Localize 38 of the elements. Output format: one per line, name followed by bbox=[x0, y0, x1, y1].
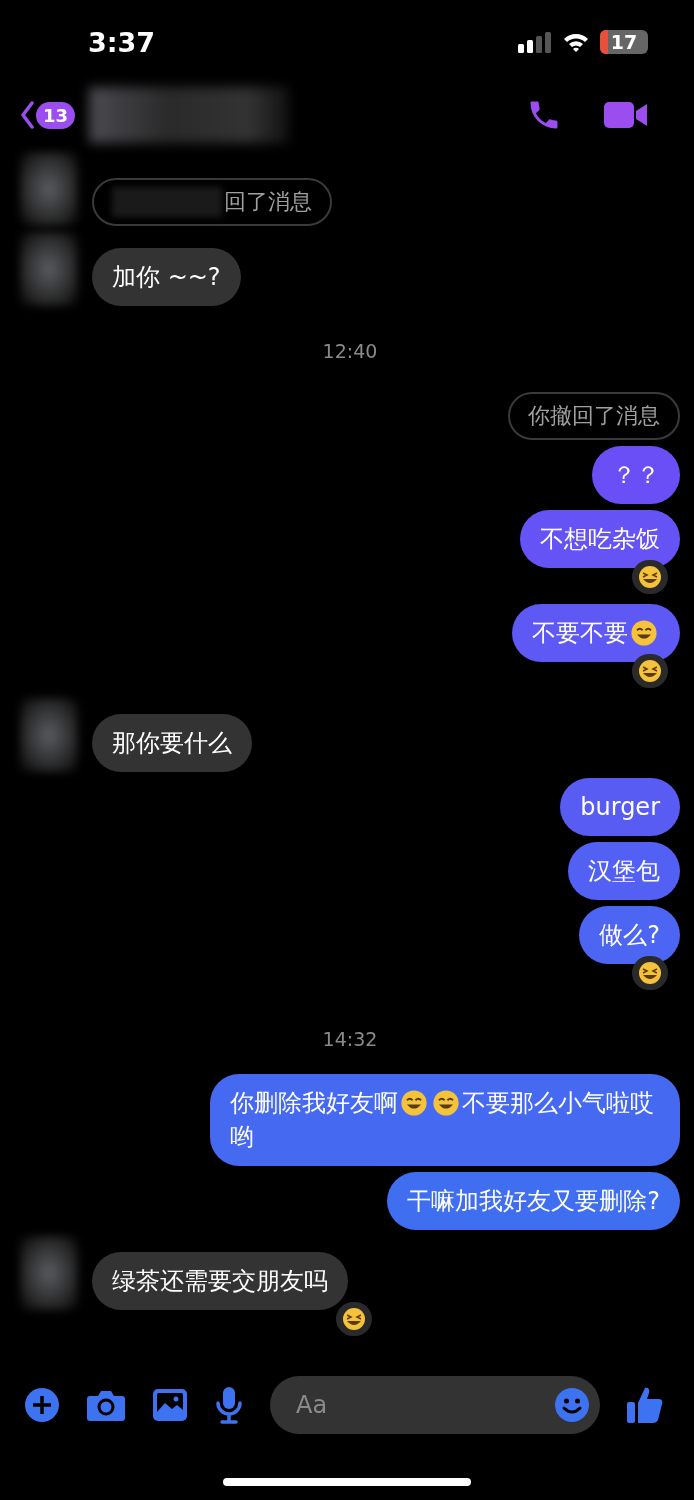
message-bubble: 加你 ~~? bbox=[92, 248, 241, 306]
laughing-face-reaction-icon[interactable] bbox=[632, 654, 668, 688]
smiley-icon[interactable] bbox=[554, 1387, 590, 1423]
message-bubble: 汉堡包 bbox=[568, 842, 680, 900]
emoji-face-icon bbox=[630, 619, 658, 647]
message-text-input[interactable]: Aa bbox=[294, 1390, 554, 1420]
message-bubble: 那你要什么 bbox=[92, 714, 252, 772]
back-button[interactable]: 13 bbox=[20, 101, 76, 129]
message-bubble: 不想吃杂饭 bbox=[520, 510, 680, 568]
battery-indicator: 17 bbox=[600, 30, 648, 54]
timestamp: 12:40 bbox=[322, 340, 378, 362]
message-bubble: burger bbox=[560, 778, 680, 836]
message-bubble: 你删除我好友啊 不要那么小气啦哎哟 bbox=[210, 1074, 680, 1166]
recalled-message-notice: 你撤回了消息 bbox=[508, 392, 680, 440]
message-bubble: 绿茶还需要交朋友吗 bbox=[92, 1252, 348, 1310]
wifi-icon bbox=[562, 31, 590, 53]
laughing-face-reaction-icon[interactable] bbox=[336, 1302, 372, 1336]
signal-icon bbox=[518, 31, 552, 53]
message-bubble: 做么? bbox=[579, 906, 680, 964]
plus-icon[interactable] bbox=[24, 1387, 60, 1423]
unread-badge: 13 bbox=[36, 101, 76, 129]
camera-icon[interactable] bbox=[86, 1388, 126, 1422]
laughing-face-reaction-icon[interactable] bbox=[632, 560, 668, 594]
image-icon[interactable] bbox=[152, 1388, 188, 1422]
thumbs-up-icon[interactable] bbox=[626, 1385, 664, 1425]
emoji-face-icon bbox=[432, 1089, 460, 1117]
message-input-field[interactable]: Aa bbox=[270, 1376, 600, 1434]
message-bubble: 不要不要 bbox=[512, 604, 680, 662]
laughing-face-reaction-icon[interactable] bbox=[632, 956, 668, 990]
emoji-face-icon bbox=[400, 1089, 428, 1117]
message-bubble: ？？ bbox=[592, 446, 680, 504]
message-bubble: 干嘛加我好友又要删除? bbox=[387, 1172, 680, 1230]
status-time: 3:37 bbox=[88, 26, 156, 58]
chevron-left-icon bbox=[20, 101, 34, 129]
microphone-icon[interactable] bbox=[214, 1386, 244, 1424]
video-camera-icon[interactable] bbox=[604, 100, 648, 130]
timestamp: 14:32 bbox=[322, 1028, 378, 1050]
recalled-message-notice: 回了消息 bbox=[92, 178, 332, 226]
